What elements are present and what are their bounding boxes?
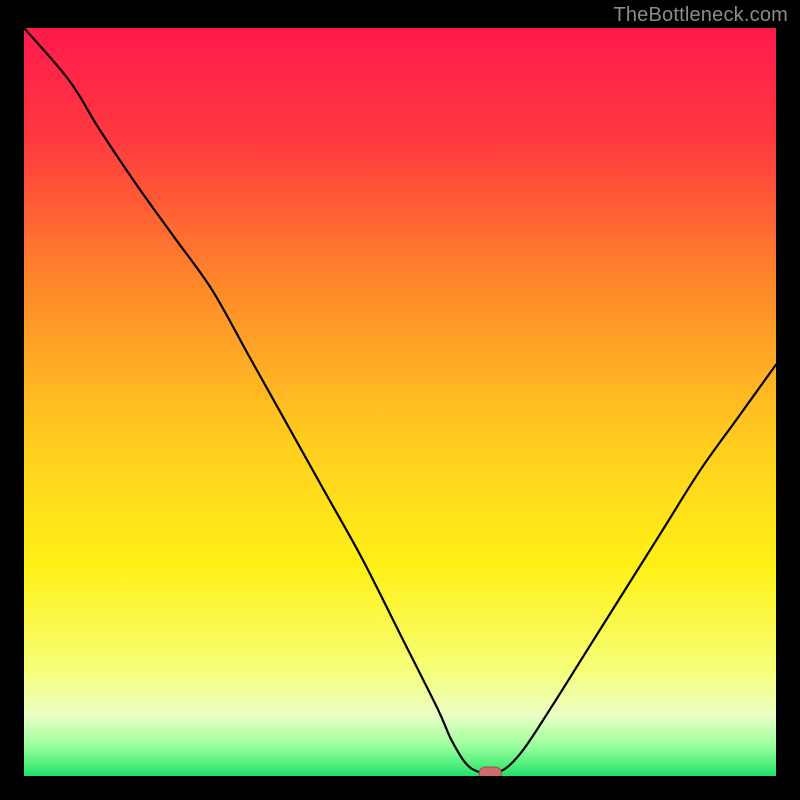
chart-frame: TheBottleneck.com — [0, 0, 800, 800]
bottleneck-plot — [24, 28, 776, 776]
gradient-bg — [24, 28, 776, 776]
watermark-label: TheBottleneck.com — [613, 4, 788, 27]
optimum-marker — [479, 767, 501, 776]
plot-svg — [24, 28, 776, 776]
